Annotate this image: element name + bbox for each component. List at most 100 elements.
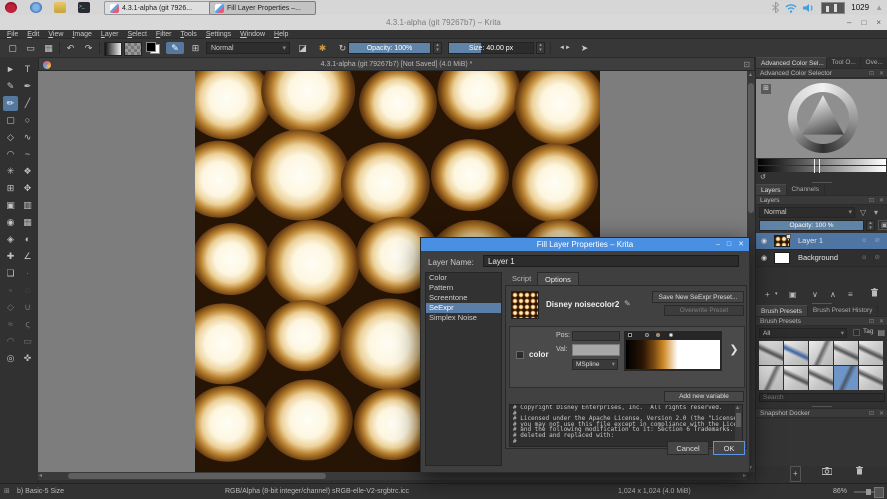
lock-icon[interactable]: ⊘ xyxy=(875,250,880,266)
rectangle-tool[interactable]: ▢ xyxy=(3,113,18,128)
snapshot-list[interactable] xyxy=(756,419,887,466)
redo-icon[interactable]: ↷ xyxy=(82,42,95,54)
polygon-tool[interactable]: ◇ xyxy=(3,130,18,145)
browser-icon[interactable] xyxy=(30,2,42,13)
rect-select-tool[interactable]: ▫ xyxy=(3,283,18,298)
eject-icon[interactable]: ▲ xyxy=(875,3,883,12)
raspberry-menu-icon[interactable] xyxy=(5,2,17,13)
file-manager-icon[interactable] xyxy=(54,2,66,13)
snapshot-docker-header[interactable]: Snapshot Docker ⊡ ✕ xyxy=(756,408,887,418)
fg-bg-colors[interactable] xyxy=(146,42,160,54)
gradient-gear-icon[interactable]: ✱ xyxy=(316,42,329,54)
opacity-slider[interactable]: Opacity: 100% xyxy=(348,42,431,54)
add-new-variable-button[interactable]: Add new variable xyxy=(664,391,744,402)
visibility-eye-icon[interactable]: ◉ xyxy=(761,237,767,245)
menu-select[interactable]: Select xyxy=(127,31,146,38)
ellipse-tool[interactable]: ○ xyxy=(20,113,35,128)
advanced-color-selector[interactable]: ⊞ xyxy=(756,79,887,158)
docker-close-icon[interactable]: ✕ xyxy=(879,196,884,206)
tab-script[interactable]: Script xyxy=(505,272,538,285)
create-snapshot-button[interactable]: + xyxy=(790,466,801,482)
polygon-select-tool[interactable]: ◇ xyxy=(3,300,18,315)
transform-tool[interactable]: ⊞ xyxy=(3,181,18,196)
polyline-tool[interactable]: ∿ xyxy=(20,130,35,145)
gradient-stop-marker[interactable] xyxy=(628,333,632,337)
inherit-alpha-icon[interactable]: α xyxy=(862,233,866,249)
val-field[interactable] xyxy=(572,344,620,356)
workflow-arrow-icon[interactable]: ➤ xyxy=(578,42,591,54)
gradient-stop-marker[interactable] xyxy=(645,333,649,337)
pos-field[interactable] xyxy=(572,331,620,341)
selection-mode-icon[interactable]: ⊞ xyxy=(4,484,10,499)
edit-preset-icon[interactable]: ✎ xyxy=(624,299,631,308)
layer-blend-combo[interactable]: Normal▾ xyxy=(759,207,855,218)
bezier-select-tool[interactable]: ◠ xyxy=(3,334,18,349)
move-layer-down-button[interactable]: ∨ xyxy=(812,288,818,301)
blend-mode-combo[interactable]: Normal▾ xyxy=(206,42,290,54)
docker-float-icon[interactable]: ⊡ xyxy=(869,317,874,327)
gradient-stop-marker[interactable] xyxy=(656,333,660,337)
brush-preset[interactable] xyxy=(759,366,783,390)
docker-close-icon[interactable]: ✕ xyxy=(879,317,884,327)
maximize-icon[interactable]: □ xyxy=(861,18,866,27)
brush-preset[interactable] xyxy=(809,341,833,365)
pan-tool[interactable]: ✜ xyxy=(20,351,35,366)
generator-pattern[interactable]: Pattern xyxy=(426,283,501,293)
cancel-button[interactable]: Cancel xyxy=(667,441,709,455)
color-history-icon[interactable]: ↺ xyxy=(760,173,766,181)
layer-properties-button[interactable]: ≡ xyxy=(848,288,853,301)
magnetic-select-tool[interactable]: ς xyxy=(20,317,35,332)
eraser-mode-icon[interactable]: ◪ xyxy=(296,42,309,54)
menu-filter[interactable]: Filter xyxy=(156,31,172,38)
clock[interactable]: 1029 xyxy=(851,3,869,12)
freehand-select-tool[interactable]: ∪ xyxy=(20,300,35,315)
gradient-ramp[interactable] xyxy=(626,340,720,369)
close-icon[interactable]: × xyxy=(876,18,881,27)
docker-float-icon[interactable]: ⊡ xyxy=(869,196,874,206)
brush-search-input[interactable] xyxy=(759,393,885,402)
preset-chooser-icon[interactable]: ⊞ xyxy=(189,42,202,54)
zoom-fit-button[interactable] xyxy=(874,487,884,498)
layer-opacity-slider[interactable]: Opacity: 100 % xyxy=(759,220,864,231)
switch-snapshot-button[interactable] xyxy=(822,466,832,480)
brush-preset[interactable] xyxy=(834,366,858,390)
generator-list[interactable]: ColorPatternScreentoneSeExprSimplex Nois… xyxy=(425,272,502,466)
size-spinner[interactable]: ▴▾ xyxy=(536,42,545,54)
gradient-tool[interactable]: ▥ xyxy=(20,198,35,213)
opacity-spinner[interactable]: ▴▾ xyxy=(433,42,442,54)
text-tool[interactable]: T xyxy=(20,62,35,77)
freehand-path-tool[interactable]: ~ xyxy=(20,147,35,162)
generator-seexpr[interactable]: SeExpr xyxy=(426,303,501,313)
menu-layer[interactable]: Layer xyxy=(101,31,119,38)
variable-checkbox[interactable] xyxy=(516,351,524,359)
terminal-icon[interactable] xyxy=(78,2,90,13)
dynamic-brush-tool[interactable]: ✳ xyxy=(3,164,18,179)
brush-filter-combo[interactable]: All▾ xyxy=(759,328,847,338)
size-slider[interactable]: Size: 40.00 px xyxy=(448,42,534,54)
brush-preset[interactable] xyxy=(784,366,808,390)
brush-preset[interactable] xyxy=(809,366,833,390)
brush-preset[interactable] xyxy=(784,341,808,365)
undo-icon[interactable]: ↶ xyxy=(64,42,77,54)
gradient-stop-marker[interactable] xyxy=(669,333,673,337)
open-document-icon[interactable]: ▭ xyxy=(24,42,37,54)
remove-snapshot-button[interactable] xyxy=(856,466,863,480)
fill-tool[interactable]: ◈ xyxy=(3,232,18,247)
menu-file[interactable]: File xyxy=(7,31,18,38)
move-tool[interactable]: ✥ xyxy=(20,181,35,196)
layers-docker-header[interactable]: Layers ⊡ ✕ xyxy=(756,195,887,205)
brush-preset[interactable] xyxy=(834,341,858,365)
outline-select-tool[interactable]: ▭ xyxy=(20,334,35,349)
save-icon[interactable]: ▦ xyxy=(42,42,55,54)
delete-layer-button[interactable] xyxy=(871,288,878,301)
zoom-percent[interactable]: 86% xyxy=(833,484,847,499)
layer-name-input[interactable] xyxy=(483,255,739,267)
dialog-title[interactable]: Fill Layer Properties – Krita xyxy=(421,238,749,251)
canvas-subwindow-titlebar[interactable]: 4.3.1-alpha (git 79267b7) [Not Saved] (4… xyxy=(38,57,755,71)
inherit-alpha-icon[interactable]: α xyxy=(862,250,866,266)
generator-simplex-noise[interactable]: Simplex Noise xyxy=(426,313,501,323)
docker-float-icon[interactable]: ⊡ xyxy=(869,409,874,419)
spacer[interactable]: · xyxy=(20,266,35,281)
similar-select-tool[interactable]: ≈ xyxy=(3,317,18,332)
script-scrollbar[interactable]: ▴ ▾ xyxy=(735,405,742,446)
